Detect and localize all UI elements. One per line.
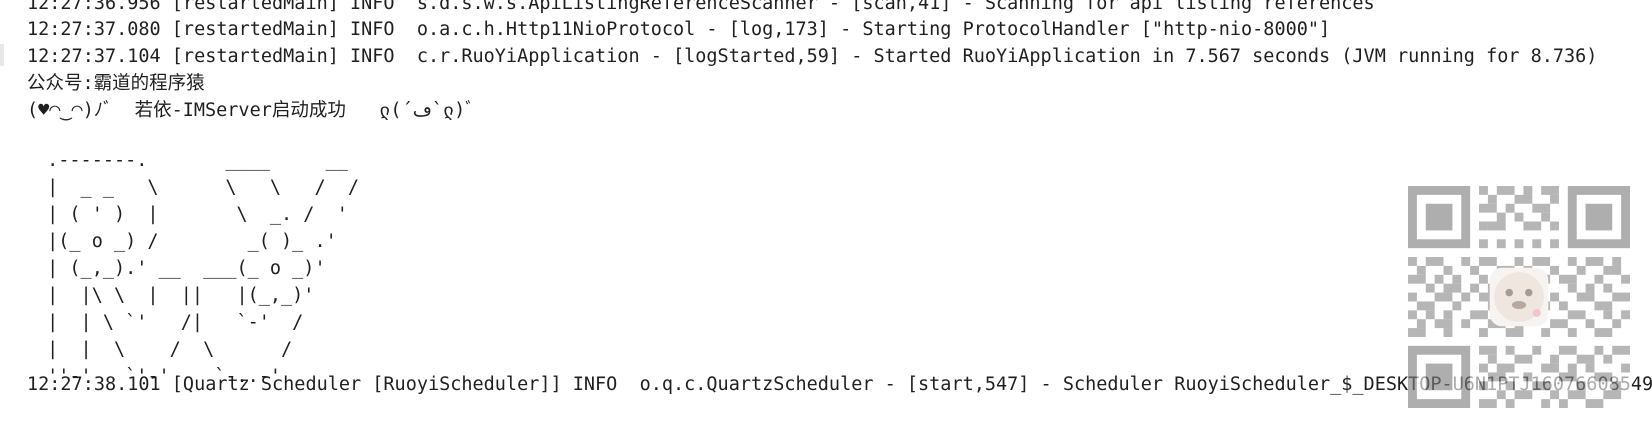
log-line: 12:27:36.956 [restartedMain] INFO s.d.s.…: [27, 0, 1375, 14]
log-line: 12:27:37.104 [restartedMain] INFO c.r.Ru…: [27, 46, 1598, 67]
log-line: (♥◠‿◠)ﾉﾞ 若依-IMServer启动成功 ლ(´ڡ`ლ)ﾞ: [27, 100, 475, 121]
qr-code-icon: [1408, 186, 1630, 408]
console-output: 12:27:36.956 [restartedMain] INFO s.d.s.…: [0, 0, 1652, 433]
log-line: 公众号:霸道的程序猿: [27, 73, 205, 94]
startup-ascii-art: .-------. ____ __ | _ _ \ \ \ / / | ( ' …: [47, 149, 360, 387]
log-line: 12:27:37.080 [restartedMain] INFO o.a.c.…: [27, 19, 1331, 40]
gutter-marker: [0, 44, 4, 66]
